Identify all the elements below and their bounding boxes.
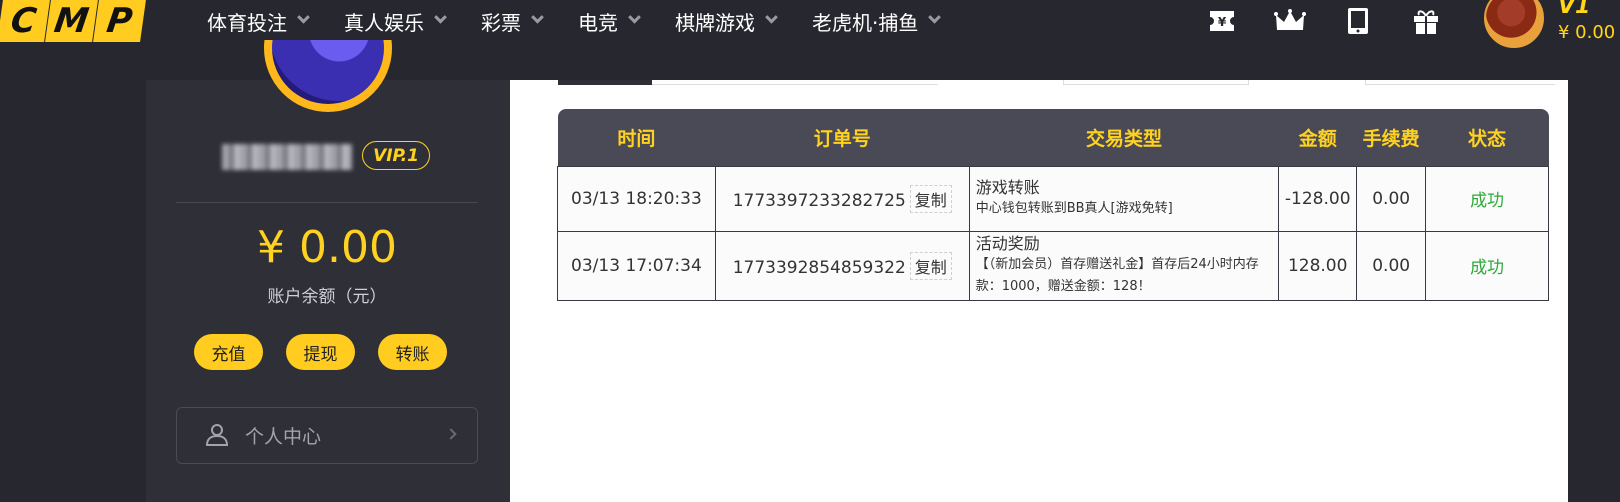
svg-text:¥: ¥: [1218, 15, 1227, 29]
transaction-description: 【（新加会员）首存赠送礼金】首存后24小时内存款：1000，赠送金额：128！: [975, 256, 1259, 294]
copy-button[interactable]: 复制: [909, 184, 952, 213]
copy-button[interactable]: 复制: [909, 251, 952, 280]
cell-time: 03/13 18:20:33: [557, 165, 716, 232]
column-header-order: 订单号: [715, 109, 970, 166]
tab-strip: [558, 80, 938, 85]
logo[interactable]: C M P: [0, 0, 146, 42]
cell-order: 1773397233282725 复制: [714, 165, 970, 232]
sidebar-item-personal-center[interactable]: 个人中心: [176, 407, 478, 464]
chevron-down-icon: [297, 10, 310, 24]
username-blurred: [222, 144, 352, 170]
chevron-down-icon: [531, 10, 544, 24]
nav-item-label: 棋牌游戏: [675, 10, 755, 35]
nav-item-live-casino[interactable]: 真人娱乐: [344, 7, 447, 36]
nav-item-slots-fishing[interactable]: 老虎机·捕鱼: [812, 7, 942, 36]
tab-active[interactable]: [558, 80, 652, 85]
main-nav: 体育投注 真人娱乐 彩票 电竞 棋牌游戏 老虎机·捕鱼: [207, 0, 975, 42]
header-icons: ¥: [1205, 4, 1477, 38]
nav-item-sports[interactable]: 体育投注: [207, 7, 310, 36]
column-header-status: 状态: [1425, 109, 1549, 166]
column-header-time: 时间: [557, 109, 716, 166]
logo-letter: M: [45, 0, 98, 42]
column-header-amount: 金额: [1278, 109, 1357, 166]
chevron-down-icon: [628, 10, 641, 24]
nav-item-label: 老虎机·捕鱼: [812, 10, 919, 35]
vip-level: V1: [1558, 0, 1591, 19]
nav-item-label: 彩票: [481, 10, 521, 35]
account-balance: ¥ 0.00: [257, 222, 397, 273]
cell-time: 03/13 17:07:34: [557, 230, 716, 301]
top-navbar: C M P 体育投注 真人娱乐 彩票 电竞 棋牌游戏 老虎机·捕鱼 ¥ V1 ¥…: [0, 0, 1620, 80]
chevron-down-icon: [928, 10, 942, 24]
cell-type: 游戏转账 中心钱包转账到BB真人[游戏免转]: [968, 165, 1280, 232]
nav-item-lottery[interactable]: 彩票: [481, 7, 544, 36]
nav-item-esports[interactable]: 电竞: [578, 7, 641, 36]
logo-letter: P: [93, 0, 146, 42]
cell-amount: -128.00: [1278, 165, 1358, 232]
transaction-table: 时间 订单号 交易类型 金额 手续费 状态 03/13 18:20:33 177…: [557, 109, 1549, 301]
table-row: 03/13 17:07:34 1773392854859322 复制 活动奖励 【…: [557, 230, 1549, 301]
logo-letter: C: [0, 0, 50, 42]
withdraw-button[interactable]: 提现: [286, 334, 355, 370]
transfer-button[interactable]: 转账: [378, 334, 447, 370]
column-header-type: 交易类型: [969, 109, 1279, 166]
gift-icon[interactable]: [1409, 4, 1443, 38]
sidebar-item-label: 个人中心: [245, 426, 322, 448]
nav-item-card-games[interactable]: 棋牌游戏: [675, 7, 778, 36]
transaction-description: 中心钱包转账到BB真人[游戏免转]: [975, 200, 1173, 216]
deposit-button[interactable]: 充值: [194, 334, 263, 370]
cell-status: 成功: [1425, 165, 1549, 232]
transaction-type: 游戏转账: [975, 177, 1040, 197]
transaction-type: 活动奖励: [975, 233, 1040, 253]
table-row: 03/13 18:20:33 1773397233282725 复制 游戏转账 中…: [557, 165, 1549, 232]
user-icon: [205, 422, 229, 450]
vip-badge: VIP.1: [362, 141, 430, 170]
tablet-icon[interactable]: [1341, 4, 1375, 38]
cell-status: 成功: [1425, 230, 1549, 301]
table-header-row: 时间 订单号 交易类型 金额 手续费 状态: [557, 109, 1549, 166]
chevron-down-icon: [765, 10, 778, 24]
cell-fee: 0.00: [1356, 165, 1427, 232]
order-number: 1773397233282725: [732, 190, 906, 211]
nav-item-label: 电竞: [578, 10, 618, 35]
date-filter[interactable]: [1063, 80, 1249, 85]
chevron-right-icon: [445, 428, 457, 440]
cell-fee: 0.00: [1356, 230, 1427, 301]
header-balance: ¥ 0.00: [1558, 22, 1616, 43]
type-filter[interactable]: [1365, 80, 1555, 85]
profile-avatar[interactable]: [264, 40, 392, 112]
crown-icon[interactable]: [1273, 4, 1307, 38]
cell-amount: 128.00: [1278, 230, 1358, 301]
order-number: 1773392854859322: [732, 257, 906, 278]
divider: [176, 202, 478, 203]
ticket-icon[interactable]: ¥: [1205, 4, 1239, 38]
nav-item-label: 体育投注: [207, 10, 287, 35]
cell-type: 活动奖励 【（新加会员）首存赠送礼金】首存后24小时内存款：1000，赠送金额：…: [968, 230, 1280, 301]
balance-label: 账户余额（元）: [267, 287, 387, 307]
cell-order: 1773392854859322 复制: [714, 230, 970, 301]
nav-item-label: 真人娱乐: [344, 10, 424, 35]
chevron-down-icon: [434, 10, 447, 24]
avatar[interactable]: [1484, 0, 1544, 48]
column-header-fee: 手续费: [1356, 109, 1426, 166]
